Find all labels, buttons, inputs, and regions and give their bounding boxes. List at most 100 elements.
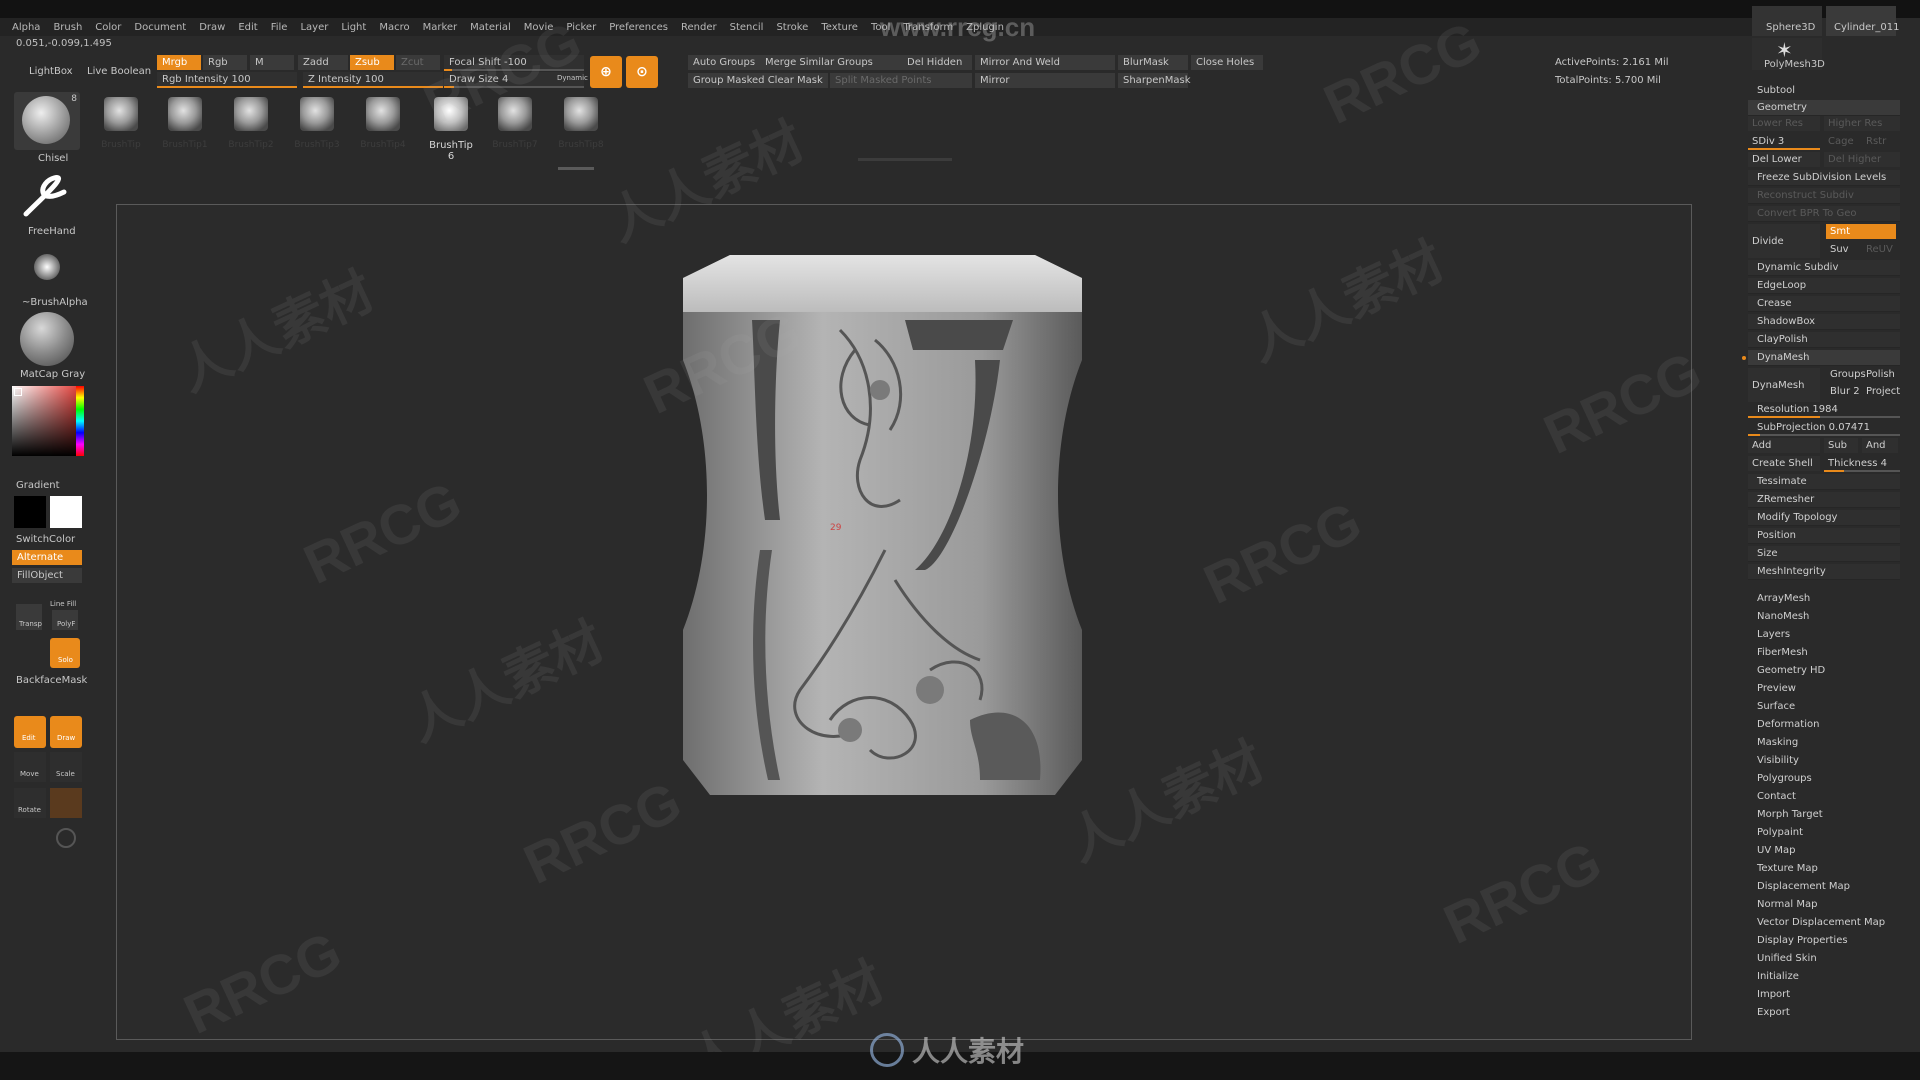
color-picker[interactable] (12, 386, 84, 456)
z-intensity-slider[interactable]: Z Intensity 100 (303, 72, 443, 87)
dynamic-subdiv-section[interactable]: Dynamic Subdiv (1748, 260, 1900, 276)
polish-toggle[interactable]: Polish (1862, 367, 1898, 382)
backface-mask-button[interactable]: BackfaceMask (16, 675, 87, 686)
menu-picker[interactable]: Picker (566, 22, 596, 33)
edgeloop-section[interactable]: EdgeLoop (1748, 278, 1900, 294)
alternate-button[interactable]: Alternate (12, 550, 82, 565)
deformation-section[interactable]: Deformation (1748, 716, 1900, 732)
menu-draw[interactable]: Draw (199, 22, 225, 33)
edit-mode-button[interactable] (14, 716, 46, 748)
brush-tip-item[interactable]: BrushTip2 (226, 93, 276, 157)
unified-skin-section[interactable]: Unified Skin (1748, 950, 1900, 966)
sculptris-pro-icon[interactable]: ⊕ (590, 56, 622, 88)
menu-movie[interactable]: Movie (524, 22, 554, 33)
sculpted-model[interactable]: 29 (680, 250, 1085, 800)
freeze-subdivision-button[interactable]: Freeze SubDivision Levels (1748, 170, 1900, 186)
rstr-button[interactable]: Rstr (1862, 134, 1898, 149)
shadowbox-section[interactable]: ShadowBox (1748, 314, 1900, 330)
blurmask-button[interactable]: BlurMask (1118, 55, 1188, 70)
brush-tip-item-active[interactable]: BrushTip 6 (426, 93, 476, 162)
reuv-toggle[interactable]: ReUV (1862, 242, 1896, 257)
menu-material[interactable]: Material (470, 22, 511, 33)
menu-brush[interactable]: Brush (53, 22, 82, 33)
and-button[interactable]: And (1862, 438, 1898, 453)
dynamic-toggle[interactable]: Dynamic (552, 70, 593, 85)
tessimate-section[interactable]: Tessimate (1748, 474, 1900, 490)
suv-toggle[interactable]: Suv (1826, 242, 1860, 257)
rgb-intensity-slider[interactable]: Rgb Intensity 100 (157, 72, 297, 87)
brush-strip-scrollbar[interactable] (558, 167, 594, 170)
layers-section[interactable]: Layers (1748, 626, 1900, 642)
smt-toggle[interactable]: Smt (1826, 224, 1896, 239)
main-color-swatch[interactable] (50, 496, 82, 528)
draw-mode-button[interactable] (50, 716, 82, 748)
texture-map-section[interactable]: Texture Map (1748, 860, 1900, 876)
menu-alpha[interactable]: Alpha (12, 22, 40, 33)
groups-toggle[interactable]: Groups (1826, 367, 1866, 382)
mirror-button[interactable]: Mirror (975, 73, 1115, 88)
close-holes-button[interactable]: Close Holes (1191, 55, 1263, 70)
contact-section[interactable]: Contact (1748, 788, 1900, 804)
vector-displacement-map-section[interactable]: Vector Displacement Map (1748, 914, 1900, 930)
m-button[interactable]: M (250, 55, 294, 70)
auto-groups-button[interactable]: Auto Groups (688, 55, 760, 70)
zcut-button[interactable]: Zcut (396, 55, 440, 70)
del-hidden-button[interactable]: Del Hidden (902, 55, 972, 70)
menu-macro[interactable]: Macro (379, 22, 409, 33)
cage-button[interactable]: Cage (1824, 134, 1860, 149)
menu-document[interactable]: Document (134, 22, 186, 33)
material-selector[interactable] (14, 310, 80, 368)
zadd-button[interactable]: Zadd (298, 55, 348, 70)
switch-color-button[interactable]: SwitchColor (16, 534, 75, 545)
mirror-and-weld-button[interactable]: Mirror And Weld (975, 55, 1115, 70)
gizmo-button[interactable] (50, 788, 82, 818)
color-picker-marker[interactable] (14, 388, 22, 396)
lightbox-button[interactable]: LightBox (24, 64, 78, 79)
brush-tip-item[interactable]: BrushTip7 (490, 93, 540, 157)
display-properties-section[interactable]: Display Properties (1748, 932, 1900, 948)
circle-icon[interactable] (56, 828, 76, 848)
menu-light[interactable]: Light (341, 22, 366, 33)
sharpenmask-button[interactable]: SharpenMask (1118, 73, 1191, 88)
geometry-hd-section[interactable]: Geometry HD (1748, 662, 1900, 678)
project-toggle[interactable]: Project (1862, 384, 1900, 399)
position-section[interactable]: Position (1748, 528, 1900, 544)
normal-map-section[interactable]: Normal Map (1748, 896, 1900, 912)
crease-section[interactable]: Crease (1748, 296, 1900, 312)
menu-stencil[interactable]: Stencil (730, 22, 764, 33)
sdiv-slider[interactable]: SDiv 3 (1748, 134, 1820, 149)
menu-edit[interactable]: Edit (238, 22, 257, 33)
export-section[interactable]: Export (1748, 1004, 1900, 1020)
displacement-map-section[interactable]: Displacement Map (1748, 878, 1900, 894)
menu-color[interactable]: Color (95, 22, 121, 33)
stroke-selector[interactable] (14, 166, 80, 224)
geometry-section[interactable]: Geometry (1748, 100, 1900, 116)
top-shelf-handle[interactable] (858, 158, 952, 161)
thickness-slider[interactable]: Thickness 4 (1824, 456, 1900, 471)
reconstruct-subdiv-button[interactable]: Reconstruct Subdiv (1748, 188, 1900, 204)
subtool-section[interactable]: Subtool (1748, 82, 1900, 98)
focal-shift-slider[interactable]: Focal Shift -100 (444, 55, 584, 70)
menu-layer[interactable]: Layer (300, 22, 328, 33)
blur-slider[interactable]: Blur 2 (1826, 384, 1860, 399)
zremesher-section[interactable]: ZRemesher (1748, 492, 1900, 508)
brush-selector[interactable]: 8 (14, 92, 80, 150)
sub-button[interactable]: Sub (1824, 438, 1858, 453)
nanomesh-section[interactable]: NanoMesh (1748, 608, 1900, 624)
add-button[interactable]: Add (1748, 438, 1820, 453)
import-section[interactable]: Import (1748, 986, 1900, 1002)
divide-button[interactable]: Divide (1748, 224, 1820, 258)
brush-tip-item[interactable]: BrushTip8 (556, 93, 606, 157)
morph-target-section[interactable]: Morph Target (1748, 806, 1900, 822)
group-masked-clear-mask-button[interactable]: Group Masked Clear Mask (688, 73, 828, 88)
higher-res-button[interactable]: Higher Res (1824, 116, 1900, 131)
initialize-section[interactable]: Initialize (1748, 968, 1900, 984)
dynamesh-section[interactable]: DynaMesh (1748, 350, 1900, 366)
preview-section[interactable]: Preview (1748, 680, 1900, 696)
dynamic-icon[interactable]: ⊙ (626, 56, 658, 88)
dynamesh-button[interactable]: DynaMesh (1748, 368, 1820, 402)
modify-topology-section[interactable]: Modify Topology (1748, 510, 1900, 526)
menu-stroke[interactable]: Stroke (776, 22, 808, 33)
del-higher-button[interactable]: Del Higher (1824, 152, 1900, 167)
split-masked-points-button[interactable]: Split Masked Points (830, 73, 972, 88)
